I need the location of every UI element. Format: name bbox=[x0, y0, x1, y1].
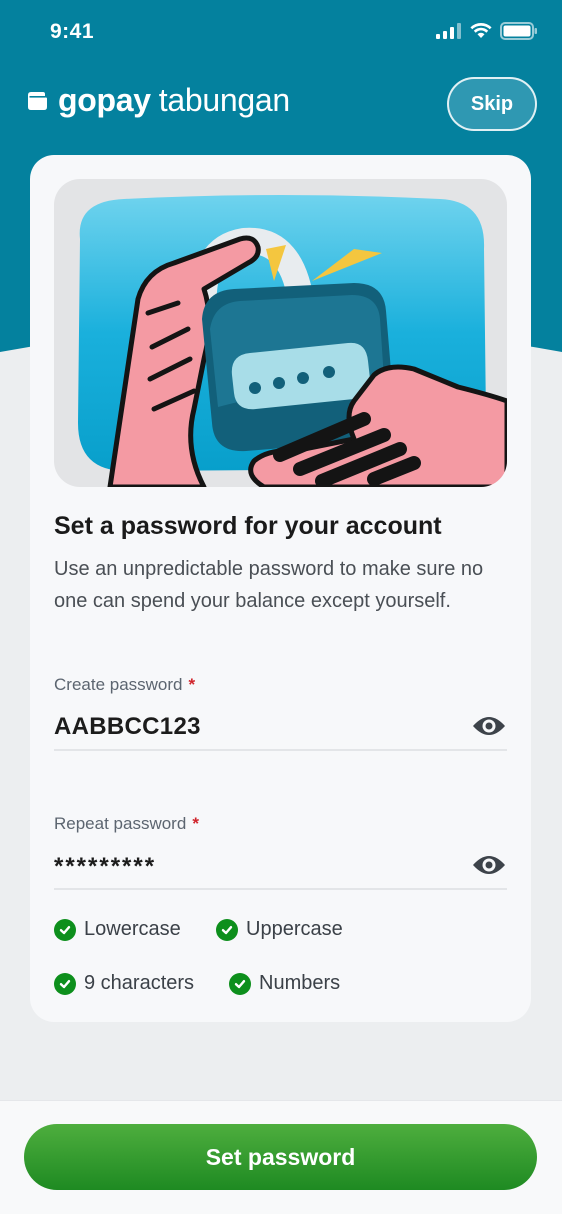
requirement-label: 9 characters bbox=[84, 972, 195, 994]
create-password-label: Create password * bbox=[54, 675, 195, 695]
page-title: Set a password for your account bbox=[54, 512, 442, 540]
requirement-length: 9 characters bbox=[54, 972, 194, 995]
status-bar: 9:41 bbox=[0, 0, 562, 64]
status-icons bbox=[436, 22, 538, 40]
hero-illustration bbox=[54, 179, 507, 487]
checkmark-icon bbox=[54, 972, 76, 995]
eye-icon[interactable] bbox=[472, 853, 506, 877]
set-password-button[interactable]: Set password bbox=[24, 1124, 537, 1190]
requirement-numbers: Numbers bbox=[229, 972, 340, 995]
repeat-password-label-text: Repeat password bbox=[54, 814, 187, 833]
brand-logo: gopay tabungan bbox=[26, 82, 290, 119]
status-time: 9:41 bbox=[50, 20, 95, 43]
create-password-input[interactable]: AABBCC123 bbox=[54, 713, 201, 741]
requirement-label: Lowercase bbox=[84, 918, 181, 940]
required-marker: * bbox=[192, 814, 199, 833]
create-password-underline bbox=[54, 749, 507, 751]
required-marker: * bbox=[188, 675, 196, 694]
hand-holding-padlock-illustration bbox=[78, 195, 507, 487]
create-password-label-text: Create password bbox=[54, 675, 183, 694]
screen: 9:41 gopay tabungan Skip Set a password … bbox=[0, 0, 562, 1214]
battery-icon bbox=[500, 22, 537, 40]
page-subtitle: Use an unpredictable password to make su… bbox=[54, 558, 484, 612]
eye-icon[interactable] bbox=[472, 714, 506, 738]
checkmark-icon bbox=[229, 972, 251, 995]
skip-button[interactable]: Skip bbox=[447, 77, 537, 131]
wallet-icon bbox=[28, 91, 47, 110]
repeat-password-label: Repeat password * bbox=[54, 814, 199, 834]
brand-secondary: tabungan bbox=[158, 82, 290, 118]
requirement-uppercase: Uppercase bbox=[216, 918, 343, 941]
requirement-label: Uppercase bbox=[246, 918, 343, 940]
password-card: Set a password for your account Use an u… bbox=[30, 155, 531, 1022]
repeat-password-underline bbox=[54, 888, 507, 890]
brand-primary: gopay bbox=[58, 82, 151, 118]
repeat-password-input[interactable]: ********* bbox=[54, 853, 156, 881]
cellular-signal-icon bbox=[436, 23, 461, 39]
requirement-label: Numbers bbox=[259, 972, 341, 994]
brand-name: gopay tabungan bbox=[58, 82, 290, 119]
wifi-icon bbox=[470, 23, 492, 38]
requirement-lowercase: Lowercase bbox=[54, 918, 181, 941]
checkmark-icon bbox=[54, 918, 76, 941]
checkmark-icon bbox=[216, 918, 238, 941]
